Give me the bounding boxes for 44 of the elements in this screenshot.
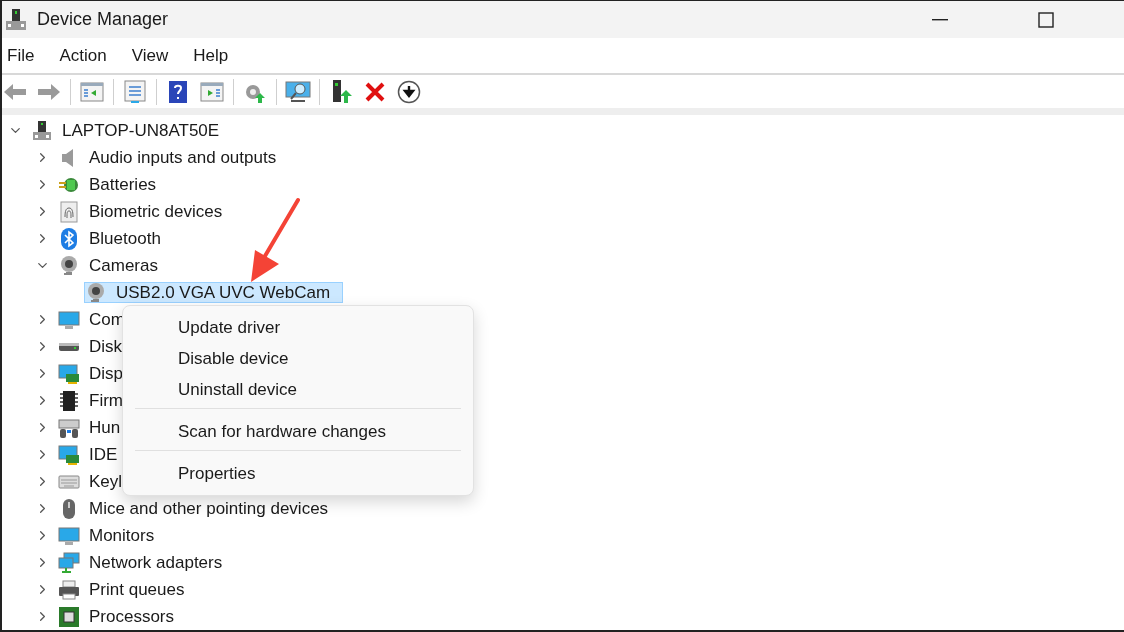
processor-icon xyxy=(58,605,80,628)
monitor-icon xyxy=(58,308,80,331)
tree-item[interactable]: Mice and other pointing devices xyxy=(57,498,342,519)
maximize-icon xyxy=(1038,11,1054,28)
printer-icon xyxy=(58,578,80,601)
webcam-icon xyxy=(58,254,80,277)
tree-item[interactable]: Processors xyxy=(57,606,188,627)
chip-icon xyxy=(58,389,80,412)
tree-item[interactable]: Biometric devices xyxy=(57,201,236,222)
menu-item[interactable]: File xyxy=(2,45,47,66)
tree-item[interactable]: Network adapters xyxy=(57,552,236,573)
tree-item[interactable]: Monitors xyxy=(57,525,168,546)
menu-item[interactable]: Action xyxy=(54,45,119,66)
action-pane-icon xyxy=(200,80,224,103)
back-arrow-icon xyxy=(3,81,27,102)
help-icon xyxy=(167,79,189,104)
adapter-card-icon xyxy=(58,443,80,466)
app-icon xyxy=(5,7,27,32)
adapter-card-icon xyxy=(58,362,80,385)
fingerprint-icon xyxy=(58,200,80,223)
monitor-icon xyxy=(58,524,80,547)
disk-drive-icon xyxy=(58,341,80,352)
network-icon xyxy=(58,551,80,574)
keyboard-mouse-icon xyxy=(58,416,80,439)
tree-item[interactable]: Audio inputs and outputs xyxy=(57,147,290,168)
webcam-icon xyxy=(85,281,107,304)
properties-icon xyxy=(123,79,147,104)
monitor-search-icon xyxy=(285,79,311,104)
console-tree-icon xyxy=(80,80,104,103)
tree-item[interactable]: Print queues xyxy=(57,579,198,600)
menu-item[interactable]: Help xyxy=(188,45,241,66)
forward-arrow-icon xyxy=(37,81,61,102)
computer-icon xyxy=(31,119,53,142)
close-x-icon xyxy=(364,80,386,103)
bluetooth-icon xyxy=(58,227,80,250)
tree-item[interactable]: LAPTOP-UN8AT50E xyxy=(30,120,233,141)
tree-item[interactable]: USB2.0 VGA UVC WebCam xyxy=(84,282,344,303)
menu-item[interactable]: View xyxy=(126,45,181,66)
tree-item[interactable]: Batteries xyxy=(57,174,170,195)
window-title: Device Manager xyxy=(37,9,170,30)
download-circle-icon xyxy=(397,79,421,104)
tree-item[interactable]: Cameras xyxy=(57,255,171,276)
minimize-icon xyxy=(932,18,948,21)
tree-item[interactable]: Bluetooth xyxy=(57,228,174,249)
